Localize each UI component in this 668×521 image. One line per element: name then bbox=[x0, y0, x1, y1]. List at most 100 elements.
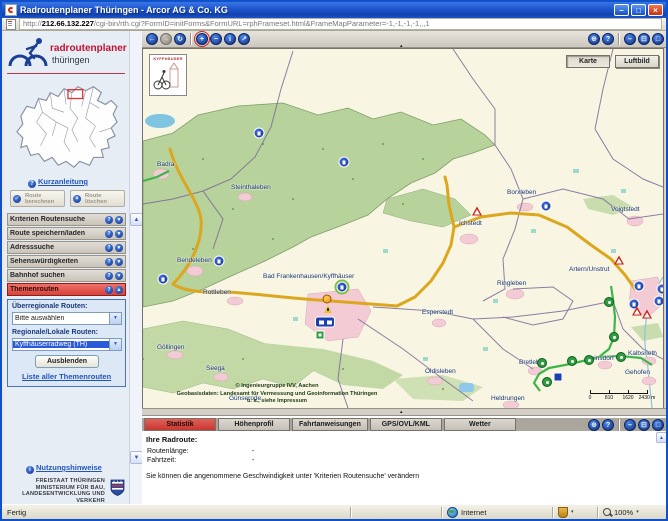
tab-wetter[interactable]: Wetter bbox=[444, 418, 516, 431]
warn-marker[interactable] bbox=[642, 310, 652, 319]
frame-handle-icon[interactable]: ▴ bbox=[400, 409, 403, 415]
chevron-down-icon[interactable]: ▼ bbox=[109, 339, 121, 350]
zoom-tool-icon[interactable]: + bbox=[196, 33, 208, 45]
expand-icon[interactable]: ▼ bbox=[115, 230, 123, 238]
minimize-frame-icon[interactable]: – bbox=[624, 419, 636, 431]
green-marker[interactable] bbox=[616, 352, 626, 362]
green-marker[interactable] bbox=[542, 377, 552, 387]
frame-divider[interactable] bbox=[142, 408, 668, 416]
print-frame-icon[interactable]: ⊟ bbox=[638, 419, 650, 431]
luftbild-button[interactable]: Luftbild bbox=[615, 55, 659, 68]
maximize-frame-icon[interactable]: □ bbox=[652, 419, 664, 431]
protection-pane[interactable]: ▾ bbox=[553, 507, 598, 518]
close-window-button[interactable]: × bbox=[648, 4, 663, 16]
parking-marker[interactable] bbox=[315, 317, 335, 328]
panel-scroll-up-icon[interactable]: ▲ bbox=[656, 432, 667, 443]
poi-marker[interactable] bbox=[339, 157, 350, 168]
shield-icon bbox=[558, 507, 568, 518]
sidebar-section-route-speichern-laden[interactable]: Route speichern/laden?▼ bbox=[7, 227, 126, 240]
help-icon[interactable]: ? bbox=[105, 244, 113, 252]
poi-marker[interactable] bbox=[634, 281, 645, 292]
maximize-window-button[interactable]: □ bbox=[631, 4, 646, 16]
regionale-select[interactable]: Kyffhäuserradweg (TH) ▼ bbox=[12, 338, 122, 351]
print-frame-icon[interactable]: ⊟ bbox=[638, 33, 650, 45]
help-icon[interactable]: ? bbox=[105, 230, 113, 238]
tab-gps-ovl-kml[interactable]: GPS/OVL/KML bbox=[370, 418, 442, 431]
title-bar[interactable]: Radroutenplaner Thüringen - Arcor AG & C… bbox=[2, 2, 666, 18]
warn-marker[interactable] bbox=[614, 256, 624, 265]
poi-marker[interactable] bbox=[654, 296, 665, 307]
square-blue-marker[interactable] bbox=[554, 373, 563, 382]
tab-höhenprofil[interactable]: Höhenprofil bbox=[218, 418, 290, 431]
help-icon[interactable]: ? bbox=[602, 419, 614, 431]
help-icon[interactable]: ? bbox=[105, 272, 113, 280]
thuringia-overview-map[interactable] bbox=[13, 78, 121, 173]
tab-statistik[interactable]: Statistik bbox=[144, 418, 216, 431]
pan-tool-icon[interactable]: ↗ bbox=[238, 33, 250, 45]
expand-icon[interactable]: ▼ bbox=[115, 244, 123, 252]
section-label: Sehenswürdigkeiten bbox=[10, 258, 103, 265]
sidebar-section-bahnhof-suchen[interactable]: Bahnhof suchen?▼ bbox=[7, 269, 126, 282]
expand-icon[interactable]: ▼ bbox=[115, 258, 123, 266]
green-marker[interactable] bbox=[567, 356, 577, 366]
green-marker[interactable] bbox=[584, 355, 594, 365]
poi-marker[interactable] bbox=[214, 256, 225, 267]
square-green-marker[interactable] bbox=[316, 331, 325, 340]
green-marker[interactable] bbox=[609, 332, 619, 342]
kurzanleitung-link[interactable]: ?Kurzanleitung bbox=[28, 177, 88, 188]
info-tool-icon[interactable]: i bbox=[224, 33, 236, 45]
warn-marker[interactable] bbox=[472, 207, 482, 216]
help-icon[interactable]: ? bbox=[602, 33, 614, 45]
map-canvas[interactable]: BadraSteinthalebenIchstedtBorxlebenVoigt… bbox=[142, 48, 664, 409]
expand-icon[interactable]: ▼ bbox=[115, 272, 123, 280]
warn-marker[interactable] bbox=[632, 307, 642, 316]
green-marker[interactable] bbox=[604, 297, 614, 307]
route-info-panel: StatistikHöhenprofilFahrtanweisungenGPS/… bbox=[142, 416, 668, 506]
poi-marker[interactable] bbox=[254, 128, 265, 139]
poi-marker[interactable] bbox=[541, 201, 552, 212]
nutzungshinweise-link[interactable]: iNutzungshinweise bbox=[26, 463, 102, 474]
chevron-down-icon[interactable]: ▼ bbox=[109, 313, 121, 324]
poi-ring-marker[interactable] bbox=[337, 282, 348, 293]
green-marker[interactable] bbox=[537, 358, 547, 368]
scale-tick bbox=[647, 390, 648, 394]
zoom-out-tool-icon[interactable]: − bbox=[210, 33, 222, 45]
help-icon[interactable]: ? bbox=[105, 216, 113, 224]
expand-icon[interactable]: ▼ bbox=[115, 216, 123, 224]
sidebar-section-adresssuche[interactable]: Adresssuche?▼ bbox=[7, 241, 126, 254]
place-label-bad-frankenhausen-kyffhäuser: Bad Frankenhausen/Kyffhäuser bbox=[263, 273, 354, 280]
url-protocol: http:// bbox=[23, 19, 42, 28]
karte-button[interactable]: Karte bbox=[566, 55, 610, 68]
overview-icon[interactable]: ⊕ bbox=[588, 419, 600, 431]
refresh-icon[interactable]: ↻ bbox=[174, 33, 186, 45]
help-icon[interactable]: ? bbox=[105, 258, 113, 266]
scale-tick-label: 2430 m bbox=[639, 395, 656, 401]
maximize-frame-icon[interactable]: □ bbox=[652, 33, 664, 45]
overview-icon[interactable]: ⊕ bbox=[588, 33, 600, 45]
tab-fahrtanweisungen[interactable]: Fahrtanweisungen bbox=[292, 418, 368, 431]
zoom-pane[interactable]: 100%▾ bbox=[598, 507, 666, 518]
ueberregionale-select[interactable]: Bitte auswählen ▼ bbox=[12, 312, 122, 325]
ausblenden-button[interactable]: Ausblenden bbox=[35, 355, 99, 368]
liste-themenrouten-link[interactable]: Liste aller Themenrouten bbox=[22, 372, 111, 381]
poi-marker[interactable] bbox=[158, 274, 169, 285]
poi-marker[interactable] bbox=[657, 284, 665, 295]
minimize-frame-icon[interactable]: – bbox=[624, 33, 636, 45]
collapse-icon[interactable]: ▲ bbox=[115, 286, 123, 294]
route-loeschen-button[interactable]: × Routelöschen bbox=[70, 190, 125, 207]
address-input[interactable]: http://212.66.132.227/cgi-bin/rth.cgi?Fo… bbox=[19, 18, 662, 30]
copyright-line: © Ingenieurgruppe IVV, Aachen bbox=[147, 383, 407, 391]
help-icon[interactable]: ? bbox=[105, 286, 113, 294]
sidebar-scrollbar[interactable]: ▲ ▼ bbox=[129, 31, 142, 506]
sidebar-section-themenrouten[interactable]: Themenrouten?▲ bbox=[7, 283, 126, 296]
back-icon[interactable]: ← bbox=[146, 33, 158, 45]
sidebar-section-kriterien-routensuche[interactable]: Kriterien Routensuche?▼ bbox=[7, 213, 126, 226]
route-berechnen-button[interactable]: ✓ Routeberechnen bbox=[10, 190, 65, 207]
place-label-oldisleben: Oldisleben bbox=[425, 368, 456, 375]
sidebar-section-sehenswürdigkeiten[interactable]: Sehenswürdigkeiten?▼ bbox=[7, 255, 126, 268]
warn-small-marker[interactable] bbox=[324, 305, 332, 313]
page-icon bbox=[6, 19, 16, 30]
start-marker[interactable] bbox=[323, 295, 332, 304]
stat-label: Routenlänge: bbox=[147, 448, 189, 455]
minimize-window-button[interactable]: – bbox=[614, 4, 629, 16]
